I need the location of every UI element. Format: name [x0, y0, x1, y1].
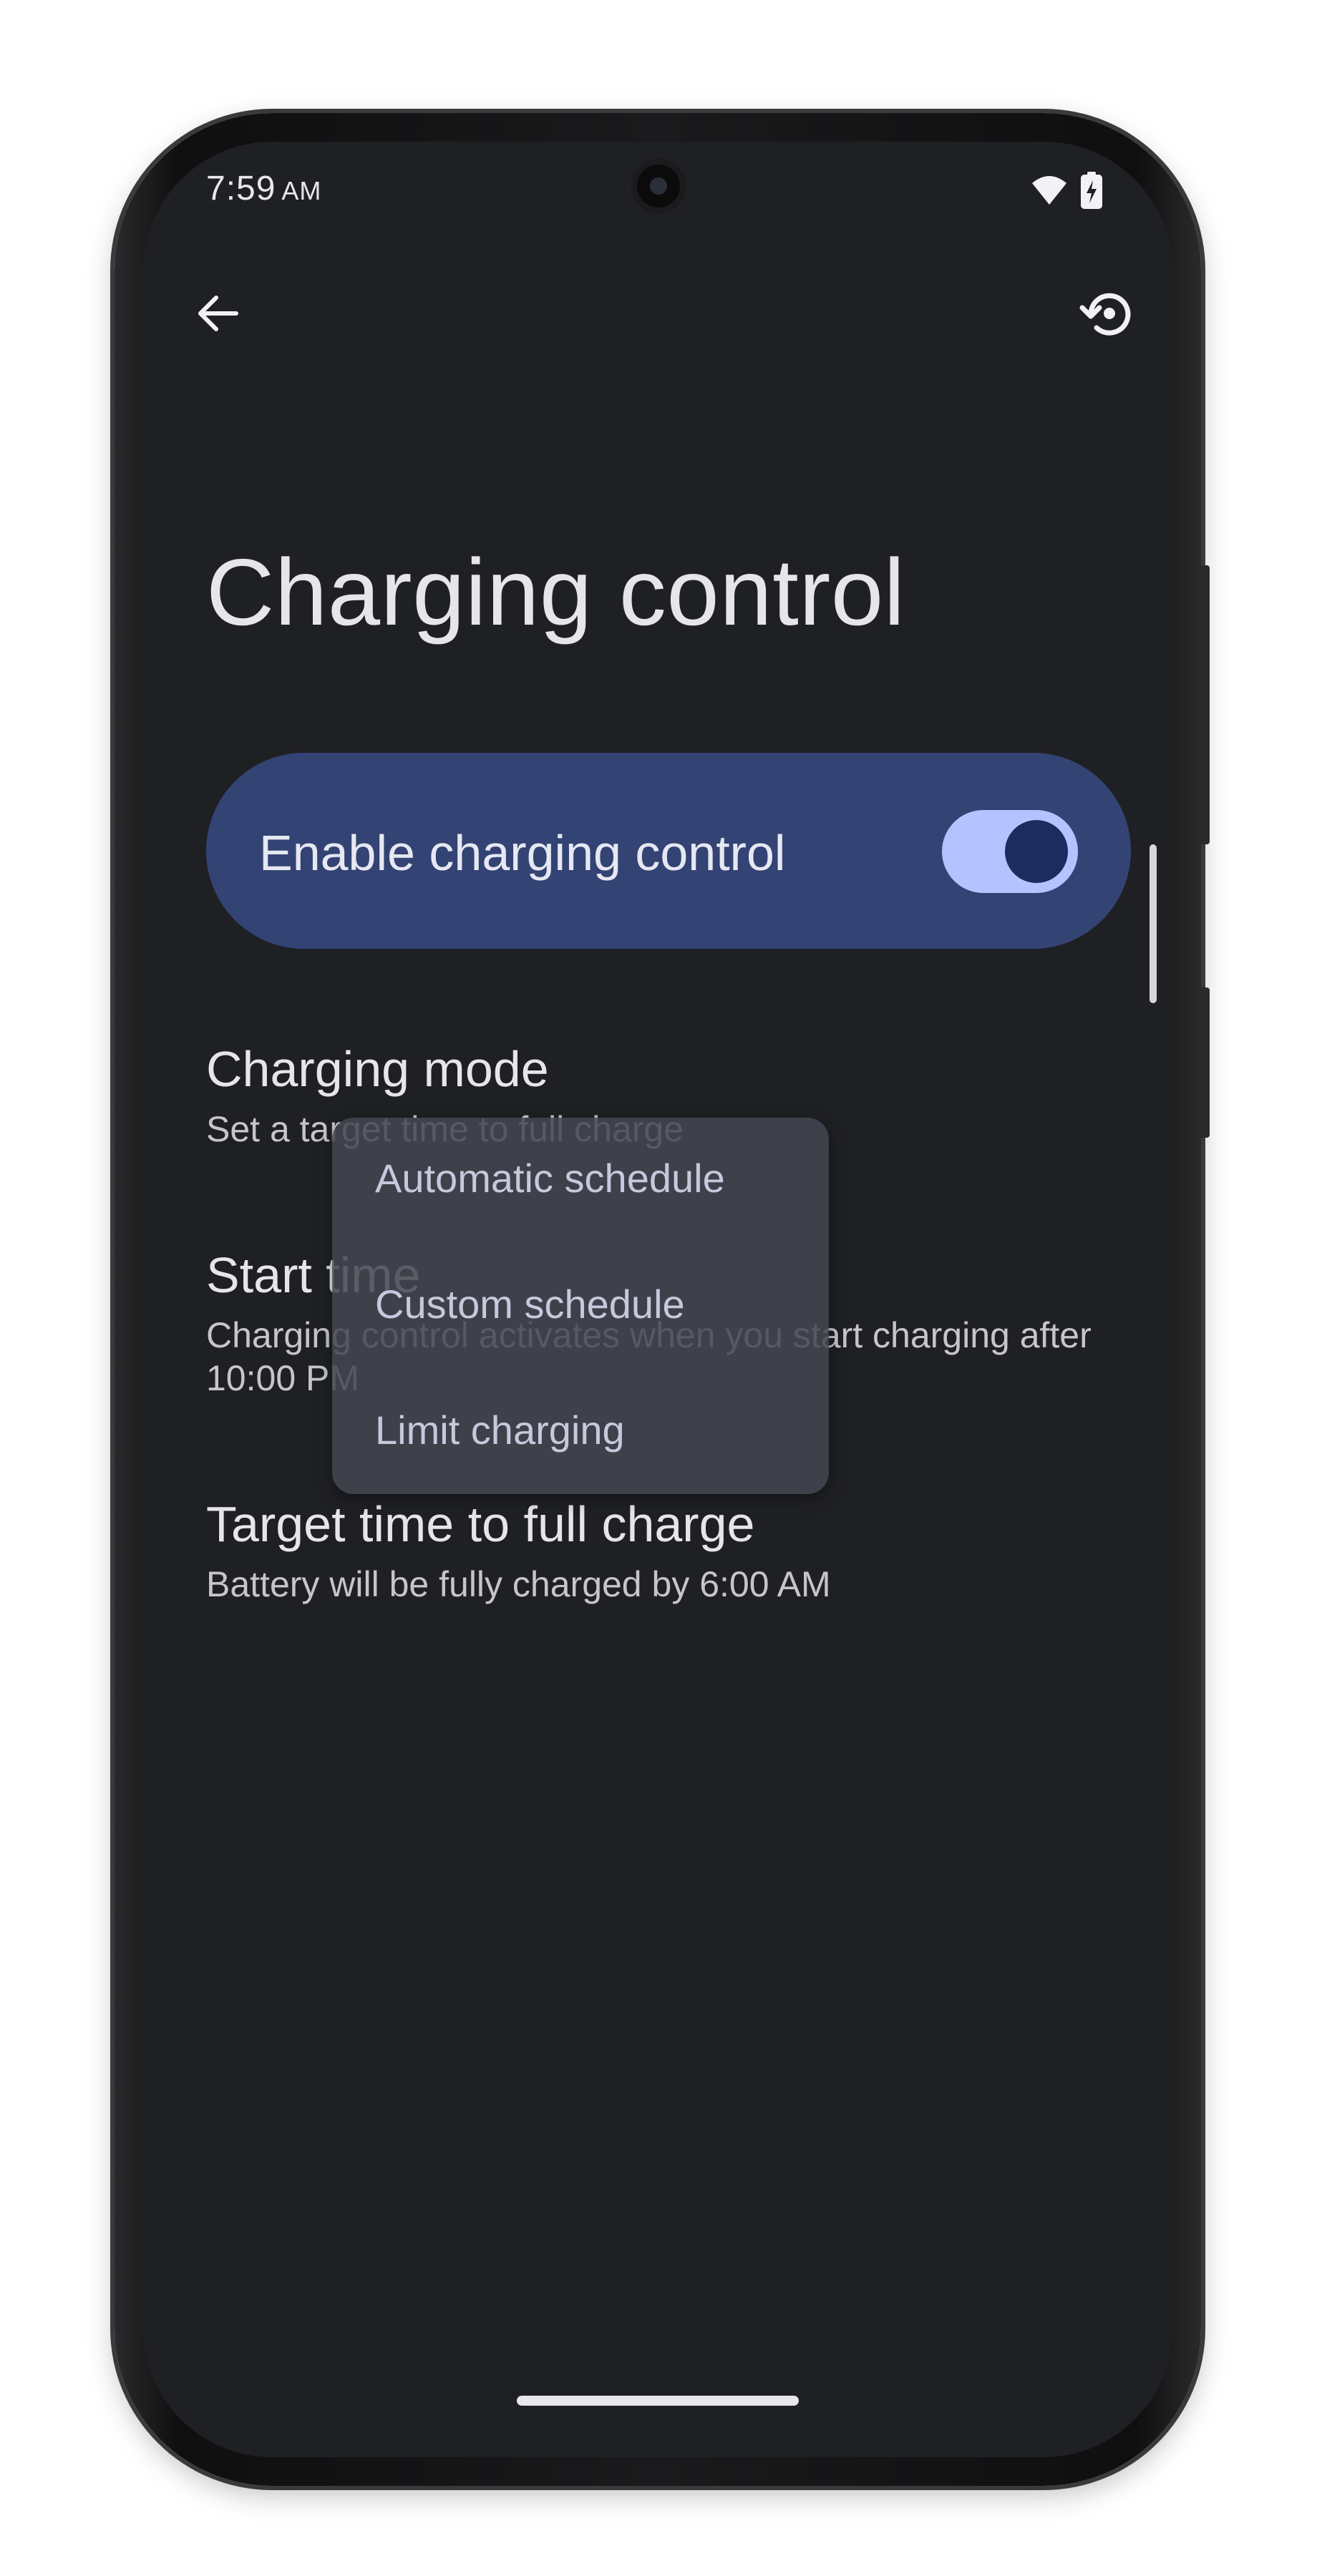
pref-target-time-title: Target time to full charge	[206, 1496, 755, 1552]
toggle-thumb	[1005, 820, 1068, 883]
home-indicator[interactable]	[517, 2396, 799, 2406]
pref-target-time-summary: Battery will be fully charged by 6:00 AM	[206, 1564, 831, 1604]
status-time-ampm: AM	[281, 176, 322, 205]
back-button[interactable]	[183, 280, 252, 349]
front-camera	[631, 159, 686, 213]
page-title: Charging control	[206, 540, 905, 645]
status-time-value: 7:59	[206, 170, 276, 208]
enable-charging-control-label: Enable charging control	[259, 825, 786, 881]
scroll-indicator	[1150, 844, 1157, 1003]
menu-item-custom-schedule[interactable]: Custom schedule	[375, 1281, 685, 1327]
battery-charging-icon	[1081, 172, 1102, 213]
volume-button	[1200, 987, 1210, 1138]
pref-charging-mode-title: Charging mode	[206, 1041, 549, 1097]
enable-charging-control-toggle[interactable]	[942, 810, 1078, 893]
enable-charging-control-card[interactable]: Enable charging control	[206, 753, 1131, 949]
power-button	[1200, 565, 1210, 844]
restore-icon	[1079, 285, 1137, 346]
menu-item-automatic-schedule[interactable]: Automatic schedule	[375, 1155, 725, 1201]
status-icons	[1031, 172, 1102, 213]
charging-mode-dropdown-menu: Automatic schedule Custom schedule Limit…	[332, 1118, 829, 1494]
reset-button[interactable]	[1074, 280, 1142, 349]
menu-item-limit-charging[interactable]: Limit charging	[375, 1407, 625, 1453]
status-time: 7:59 AM	[206, 169, 321, 208]
pref-target-time[interactable]: Target time to full charge Battery will …	[206, 1494, 1151, 1606]
arrow-left-icon	[195, 291, 240, 340]
wifi-icon	[1031, 175, 1068, 210]
